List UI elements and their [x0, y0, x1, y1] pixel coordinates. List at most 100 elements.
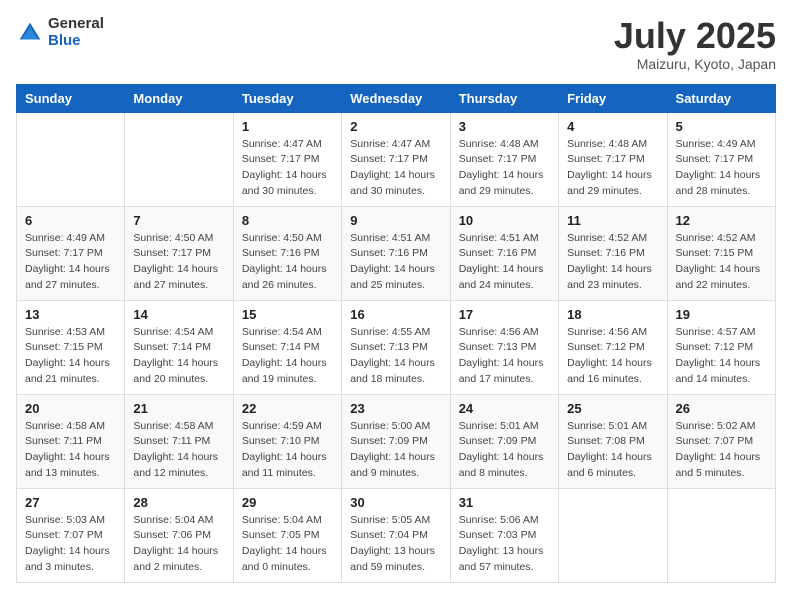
day-info: Sunrise: 4:59 AM Sunset: 7:10 PM Dayligh…	[242, 419, 333, 482]
day-info: Sunrise: 5:04 AM Sunset: 7:06 PM Dayligh…	[133, 513, 224, 576]
logo-blue-text: Blue	[48, 33, 104, 50]
calendar-cell: 11 Sunrise: 4:52 AM Sunset: 7:16 PM Dayli…	[559, 206, 667, 300]
day-info: Sunrise: 4:57 AM Sunset: 7:12 PM Dayligh…	[676, 325, 767, 388]
day-info: Sunrise: 4:51 AM Sunset: 7:16 PM Dayligh…	[350, 231, 441, 294]
day-number: 28	[133, 495, 224, 510]
calendar-cell	[559, 488, 667, 582]
month-title: July 2025	[614, 16, 776, 56]
weekday-header-sunday: Sunday	[17, 84, 125, 112]
day-info: Sunrise: 4:53 AM Sunset: 7:15 PM Dayligh…	[25, 325, 116, 388]
calendar-cell: 9 Sunrise: 4:51 AM Sunset: 7:16 PM Daylig…	[342, 206, 450, 300]
logo: General Blue	[16, 16, 104, 49]
day-info: Sunrise: 5:00 AM Sunset: 7:09 PM Dayligh…	[350, 419, 441, 482]
logo-general-text: General	[48, 16, 104, 33]
day-number: 21	[133, 401, 224, 416]
day-number: 27	[25, 495, 116, 510]
calendar-cell: 10 Sunrise: 4:51 AM Sunset: 7:16 PM Dayli…	[450, 206, 558, 300]
day-number: 25	[567, 401, 658, 416]
weekday-header-saturday: Saturday	[667, 84, 775, 112]
day-info: Sunrise: 4:56 AM Sunset: 7:13 PM Dayligh…	[459, 325, 550, 388]
calendar-cell: 21Sunrise: 4:58 AM Sunset: 7:11 PM Dayli…	[125, 394, 233, 488]
day-info: Sunrise: 4:54 AM Sunset: 7:14 PM Dayligh…	[133, 325, 224, 388]
day-number: 19	[676, 307, 767, 322]
calendar-cell: 26Sunrise: 5:02 AM Sunset: 7:07 PM Dayli…	[667, 394, 775, 488]
calendar-cell	[125, 112, 233, 206]
day-number: 6	[25, 213, 116, 228]
calendar-cell: 31 Sunrise: 5:06 AM Sunset: 7:03 PM Dayli…	[450, 488, 558, 582]
logo-icon	[16, 19, 44, 47]
calendar-cell: 28 Sunrise: 5:04 AM Sunset: 7:06 PM Dayli…	[125, 488, 233, 582]
calendar-cell: 23 Sunrise: 5:00 AM Sunset: 7:09 PM Dayli…	[342, 394, 450, 488]
day-number: 16	[350, 307, 441, 322]
day-info: Sunrise: 5:01 AM Sunset: 7:08 PM Dayligh…	[567, 419, 658, 482]
calendar-cell: 17Sunrise: 4:56 AM Sunset: 7:13 PM Dayli…	[450, 300, 558, 394]
calendar-cell: 4 Sunrise: 4:48 AM Sunset: 7:17 PM Daylig…	[559, 112, 667, 206]
calendar-table: SundayMondayTuesdayWednesdayThursdayFrid…	[16, 84, 776, 583]
day-info: Sunrise: 5:06 AM Sunset: 7:03 PM Dayligh…	[459, 513, 550, 576]
day-info: Sunrise: 4:50 AM Sunset: 7:17 PM Dayligh…	[133, 231, 224, 294]
day-number: 13	[25, 307, 116, 322]
day-number: 7	[133, 213, 224, 228]
calendar-cell: 7 Sunrise: 4:50 AM Sunset: 7:17 PM Daylig…	[125, 206, 233, 300]
calendar-cell: 5 Sunrise: 4:49 AM Sunset: 7:17 PM Daylig…	[667, 112, 775, 206]
week-row-2: 6Sunrise: 4:49 AM Sunset: 7:17 PM Daylig…	[17, 206, 776, 300]
weekday-header-friday: Friday	[559, 84, 667, 112]
calendar-cell: 14Sunrise: 4:54 AM Sunset: 7:14 PM Dayli…	[125, 300, 233, 394]
day-number: 20	[25, 401, 116, 416]
day-info: Sunrise: 4:47 AM Sunset: 7:17 PM Dayligh…	[242, 137, 333, 200]
day-number: 22	[242, 401, 333, 416]
day-number: 5	[676, 119, 767, 134]
day-number: 3	[459, 119, 550, 134]
week-row-5: 27 Sunrise: 5:03 AM Sunset: 7:07 PM Dayli…	[17, 488, 776, 582]
page-header: General Blue July 2025 Maizuru, Kyoto, J…	[16, 16, 776, 72]
calendar-cell: 25 Sunrise: 5:01 AM Sunset: 7:08 PM Dayli…	[559, 394, 667, 488]
calendar-cell: 13 Sunrise: 4:53 AM Sunset: 7:15 PM Dayli…	[17, 300, 125, 394]
calendar-cell	[667, 488, 775, 582]
day-number: 24	[459, 401, 550, 416]
day-info: Sunrise: 4:51 AM Sunset: 7:16 PM Dayligh…	[459, 231, 550, 294]
day-number: 12	[676, 213, 767, 228]
calendar-cell: 15Sunrise: 4:54 AM Sunset: 7:14 PM Dayli…	[233, 300, 341, 394]
day-info: Sunrise: 4:47 AM Sunset: 7:17 PM Dayligh…	[350, 137, 441, 200]
calendar-cell: 20 Sunrise: 4:58 AM Sunset: 7:11 PM Dayli…	[17, 394, 125, 488]
week-row-4: 20 Sunrise: 4:58 AM Sunset: 7:11 PM Dayli…	[17, 394, 776, 488]
calendar-cell: 30Sunrise: 5:05 AM Sunset: 7:04 PM Dayli…	[342, 488, 450, 582]
calendar-cell: 8Sunrise: 4:50 AM Sunset: 7:16 PM Daylig…	[233, 206, 341, 300]
weekday-header-monday: Monday	[125, 84, 233, 112]
day-number: 10	[459, 213, 550, 228]
day-info: Sunrise: 4:58 AM Sunset: 7:11 PM Dayligh…	[25, 419, 116, 482]
location: Maizuru, Kyoto, Japan	[614, 56, 776, 72]
title-block: July 2025 Maizuru, Kyoto, Japan	[614, 16, 776, 72]
day-info: Sunrise: 4:52 AM Sunset: 7:15 PM Dayligh…	[676, 231, 767, 294]
day-number: 9	[350, 213, 441, 228]
weekday-header-row: SundayMondayTuesdayWednesdayThursdayFrid…	[17, 84, 776, 112]
day-number: 30	[350, 495, 441, 510]
day-info: Sunrise: 4:56 AM Sunset: 7:12 PM Dayligh…	[567, 325, 658, 388]
day-info: Sunrise: 5:03 AM Sunset: 7:07 PM Dayligh…	[25, 513, 116, 576]
calendar-cell: 22 Sunrise: 4:59 AM Sunset: 7:10 PM Dayli…	[233, 394, 341, 488]
calendar-cell: 16Sunrise: 4:55 AM Sunset: 7:13 PM Dayli…	[342, 300, 450, 394]
week-row-1: 1 Sunrise: 4:47 AM Sunset: 7:17 PM Daylig…	[17, 112, 776, 206]
day-number: 4	[567, 119, 658, 134]
day-info: Sunrise: 4:49 AM Sunset: 7:17 PM Dayligh…	[676, 137, 767, 200]
calendar-cell: 29Sunrise: 5:04 AM Sunset: 7:05 PM Dayli…	[233, 488, 341, 582]
calendar-cell: 1 Sunrise: 4:47 AM Sunset: 7:17 PM Daylig…	[233, 112, 341, 206]
calendar-cell: 2 Sunrise: 4:47 AM Sunset: 7:17 PM Daylig…	[342, 112, 450, 206]
day-number: 23	[350, 401, 441, 416]
day-number: 26	[676, 401, 767, 416]
weekday-header-thursday: Thursday	[450, 84, 558, 112]
day-number: 31	[459, 495, 550, 510]
day-info: Sunrise: 4:52 AM Sunset: 7:16 PM Dayligh…	[567, 231, 658, 294]
calendar-cell: 6Sunrise: 4:49 AM Sunset: 7:17 PM Daylig…	[17, 206, 125, 300]
day-number: 15	[242, 307, 333, 322]
day-number: 11	[567, 213, 658, 228]
day-number: 18	[567, 307, 658, 322]
calendar-cell	[17, 112, 125, 206]
weekday-header-tuesday: Tuesday	[233, 84, 341, 112]
day-number: 2	[350, 119, 441, 134]
calendar-cell: 18 Sunrise: 4:56 AM Sunset: 7:12 PM Dayli…	[559, 300, 667, 394]
calendar-cell: 27 Sunrise: 5:03 AM Sunset: 7:07 PM Dayli…	[17, 488, 125, 582]
day-number: 1	[242, 119, 333, 134]
calendar-cell: 24Sunrise: 5:01 AM Sunset: 7:09 PM Dayli…	[450, 394, 558, 488]
day-info: Sunrise: 4:48 AM Sunset: 7:17 PM Dayligh…	[567, 137, 658, 200]
